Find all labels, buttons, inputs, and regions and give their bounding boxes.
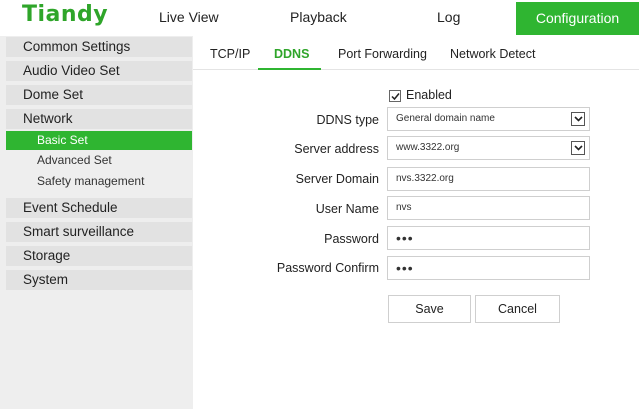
sidebar-item-storage[interactable]: Storage	[6, 246, 192, 266]
ddns-type-select[interactable]: General domain name	[387, 107, 590, 131]
password-confirm-input[interactable]: •••	[387, 256, 590, 280]
cancel-button[interactable]: Cancel	[475, 295, 560, 323]
tab-network-detect[interactable]: Network Detect	[450, 47, 535, 61]
chevron-down-icon[interactable]	[571, 141, 585, 155]
nav-configuration[interactable]: Configuration	[516, 2, 639, 35]
password-value: •••	[396, 230, 414, 246]
user-name-value: nvs	[396, 202, 412, 213]
ddns-type-label: DDNS type	[316, 113, 379, 127]
server-domain-value: nvs.3322.org	[396, 173, 454, 184]
active-tab-indicator	[258, 68, 321, 70]
tab-tcp-ip[interactable]: TCP/IP	[210, 47, 250, 61]
enabled-label: Enabled	[406, 88, 452, 102]
server-address-select[interactable]: www.3322.org	[387, 136, 590, 160]
main-content: TCP/IP DDNS Port Forwarding Network Dete…	[193, 36, 639, 409]
nav-playback[interactable]: Playback	[290, 9, 347, 25]
tab-ddns[interactable]: DDNS	[274, 47, 309, 61]
password-label: Password	[324, 232, 379, 246]
nav-log[interactable]: Log	[437, 9, 460, 25]
password-confirm-value: •••	[396, 260, 414, 276]
tab-port-forwarding[interactable]: Port Forwarding	[338, 47, 427, 61]
sidebar-item-audio-video-set[interactable]: Audio Video Set	[6, 61, 192, 81]
password-input[interactable]: •••	[387, 226, 590, 250]
user-name-input[interactable]: nvs	[387, 196, 590, 220]
server-domain-input[interactable]: nvs.3322.org	[387, 167, 590, 191]
top-navigation-bar: Tiandy Live View Playback Log Configurat…	[0, 0, 639, 36]
tab-bar: TCP/IP DDNS Port Forwarding Network Dete…	[193, 36, 639, 70]
save-button[interactable]: Save	[388, 295, 471, 323]
sidebar-item-system[interactable]: System	[6, 270, 192, 290]
config-sidebar: Common Settings Audio Video Set Dome Set…	[0, 36, 193, 409]
password-confirm-label: Password Confirm	[276, 261, 379, 275]
server-address-label: Server address	[294, 142, 379, 156]
chevron-down-icon[interactable]	[571, 112, 585, 126]
enabled-checkbox[interactable]	[389, 90, 401, 102]
server-domain-label: Server Domain	[295, 172, 379, 186]
sidebar-item-common-settings[interactable]: Common Settings	[6, 37, 192, 57]
sidebar-item-dome-set[interactable]: Dome Set	[6, 85, 192, 105]
sidebar-subitem-basic-set[interactable]: Basic Set	[6, 131, 192, 150]
ddns-type-value: General domain name	[396, 113, 495, 124]
tiandy-logo: Tiandy	[22, 2, 109, 27]
user-name-label: User Name	[315, 202, 379, 216]
sidebar-subitem-safety-management[interactable]: Safety management	[6, 172, 192, 191]
nav-live-view[interactable]: Live View	[159, 9, 219, 25]
server-address-value: www.3322.org	[396, 142, 460, 153]
sidebar-item-smart-surveillance[interactable]: Smart surveillance	[6, 222, 192, 242]
sidebar-item-network[interactable]: Network	[6, 109, 192, 129]
sidebar-subitem-advanced-set[interactable]: Advanced Set	[6, 151, 192, 170]
sidebar-item-event-schedule[interactable]: Event Schedule	[6, 198, 192, 218]
checkmark-icon	[391, 93, 400, 101]
